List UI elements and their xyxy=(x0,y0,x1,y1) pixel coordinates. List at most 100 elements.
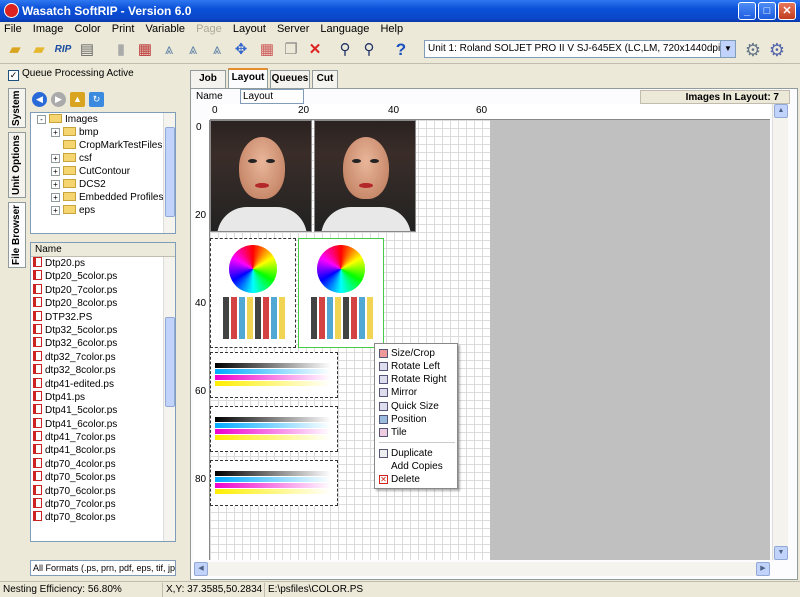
unit-dropdown-arrow-icon[interactable]: ▼ xyxy=(720,41,735,57)
file-list[interactable]: Name Dtp20.ps Dtp20_5color.ps Dtp20_7color… xyxy=(30,242,176,542)
pause-icon[interactable]: ▮ xyxy=(110,39,132,61)
folder-icon[interactable]: ▰ xyxy=(28,39,50,61)
delete-job-icon[interactable]: ▦ xyxy=(134,39,156,61)
tree-item[interactable]: + eps xyxy=(31,204,175,217)
tab-cut[interactable]: Cut xyxy=(312,70,338,88)
close-window-button[interactable]: ✕ xyxy=(778,2,796,20)
menu-item-add-copies[interactable]: Add Copies xyxy=(377,460,457,473)
tab-system[interactable]: System xyxy=(8,88,26,128)
unit-gear-icon[interactable]: ⚙ xyxy=(766,39,788,61)
scroll-right-icon[interactable]: ▶ xyxy=(756,562,770,576)
layout-image-colorbar[interactable] xyxy=(210,352,338,398)
expand-icon[interactable]: + xyxy=(51,206,60,215)
menu-image[interactable]: Image xyxy=(29,22,68,36)
file-list-item[interactable]: Dtp32_6color.ps xyxy=(31,337,175,350)
menu-item-rotate-right[interactable]: Rotate Right xyxy=(377,373,457,386)
tab-unit-options[interactable]: Unit Options xyxy=(8,132,26,198)
folder-tree[interactable]: - Images + bmp CropMarkTestFiles + csf + CutCont… xyxy=(30,112,176,234)
menu-language[interactable]: Language xyxy=(316,22,373,36)
tree-item[interactable]: + Embedded Profiles xyxy=(31,191,175,204)
menu-item-tile[interactable]: Tile xyxy=(377,426,457,439)
queue-processing-checkbox[interactable]: ✓ Queue Processing Active xyxy=(8,68,134,81)
file-list-item[interactable]: DTP32.PS xyxy=(31,310,175,324)
tree-item[interactable]: + bmp xyxy=(31,126,175,139)
menu-file[interactable]: File xyxy=(0,22,26,36)
tree-scrollbar[interactable] xyxy=(163,113,175,233)
tree-item[interactable]: + DCS2 xyxy=(31,178,175,191)
grid-icon[interactable]: ▦ xyxy=(256,39,278,61)
layout-image-portrait[interactable] xyxy=(314,120,416,232)
menu-item-mirror[interactable]: Mirror xyxy=(377,386,457,399)
menu-page[interactable]: Page xyxy=(192,22,226,36)
settings-gear-icon[interactable]: ⚙ xyxy=(742,39,764,61)
unit-select[interactable]: Unit 1: Roland SOLJET PRO II V SJ-645EX … xyxy=(424,40,736,58)
zoom-out-icon[interactable]: ⚲ xyxy=(358,39,380,61)
tree-item[interactable]: + csf xyxy=(31,152,175,165)
file-list-item[interactable]: dtp70_7color.ps xyxy=(31,498,175,511)
file-list-item[interactable]: Dtp32_5color.ps xyxy=(31,323,175,337)
tab-file-browser[interactable]: File Browser xyxy=(8,202,26,268)
tab-queues[interactable]: Queues xyxy=(270,70,310,88)
menu-server[interactable]: Server xyxy=(273,22,313,36)
file-list-item[interactable]: dtp70_4color.ps xyxy=(31,457,175,471)
layout-image-portrait[interactable] xyxy=(210,120,312,232)
file-list-item[interactable]: dtp41_7color.ps xyxy=(31,431,175,444)
help-icon[interactable]: ? xyxy=(390,39,412,61)
file-list-header[interactable]: Name xyxy=(31,243,175,257)
file-list-item[interactable]: dtp41-edited.ps xyxy=(31,377,175,391)
menu-variable[interactable]: Variable xyxy=(141,22,189,36)
menu-item-quick-size[interactable]: Quick Size xyxy=(377,400,457,413)
menu-layout[interactable]: Layout xyxy=(229,22,270,36)
format-filter-select[interactable]: All Formats (.ps, prn, pdf, eps, tif, jp xyxy=(30,560,176,576)
file-list-item[interactable]: Dtp20.ps xyxy=(31,257,175,270)
position-icon[interactable]: ✥ xyxy=(230,39,252,61)
flip-icon[interactable]: ⩓ xyxy=(206,39,228,61)
expand-icon[interactable]: + xyxy=(51,180,60,189)
menu-item-rotate-left[interactable]: Rotate Left xyxy=(377,360,457,373)
expand-icon[interactable]: + xyxy=(51,193,60,202)
scroll-left-icon[interactable]: ◀ xyxy=(194,562,208,576)
print-icon[interactable]: ▤ xyxy=(76,39,98,61)
rip-icon[interactable]: RIP xyxy=(52,39,74,61)
layout-image-colorwheel-selected[interactable] xyxy=(298,238,384,348)
file-list-item[interactable]: Dtp41_5color.ps xyxy=(31,404,175,417)
expand-icon[interactable]: + xyxy=(51,167,60,176)
canvas-horizontal-scrollbar[interactable]: ◀ ▶ xyxy=(194,562,770,576)
file-list-item[interactable]: dtp41_8color.ps xyxy=(31,444,175,457)
canvas-vertical-scrollbar[interactable]: ▲ ▼ xyxy=(772,104,788,560)
rotate-icon[interactable]: ⩓ xyxy=(158,39,180,61)
menu-color[interactable]: Color xyxy=(70,22,104,36)
file-list-item[interactable]: Dtp20_5color.ps xyxy=(31,270,175,283)
maximize-button[interactable]: □ xyxy=(758,2,776,20)
layout-name-input[interactable]: Layout xyxy=(240,89,304,104)
menu-item-duplicate[interactable]: Duplicate xyxy=(377,447,457,460)
tab-job[interactable]: Job xyxy=(190,70,226,88)
mirror-icon[interactable]: ⩓ xyxy=(182,39,204,61)
menu-help[interactable]: Help xyxy=(376,22,407,36)
scroll-up-icon[interactable]: ▲ xyxy=(774,104,788,118)
expand-icon[interactable]: + xyxy=(51,128,60,137)
tree-item[interactable]: - Images xyxy=(31,113,175,126)
scroll-down-icon[interactable]: ▼ xyxy=(774,546,788,560)
menu-item-position[interactable]: Position xyxy=(377,413,457,426)
open-folder-icon[interactable]: ▰ xyxy=(4,39,26,61)
file-list-item[interactable]: dtp32_7color.ps xyxy=(31,350,175,364)
zoom-in-icon[interactable]: ⚲ xyxy=(334,39,356,61)
forward-icon[interactable]: ▶ xyxy=(51,92,66,107)
close-icon[interactable]: ✕ xyxy=(304,39,326,61)
minimize-button[interactable]: _ xyxy=(738,2,756,20)
expand-icon[interactable]: + xyxy=(51,154,60,163)
file-list-item[interactable]: Dtp41_6color.ps xyxy=(31,417,175,431)
menu-print[interactable]: Print xyxy=(108,22,139,36)
layout-image-colorbar[interactable] xyxy=(210,406,338,452)
file-list-item[interactable]: Dtp20_7color.ps xyxy=(31,283,175,297)
layout-image-colorbar[interactable] xyxy=(210,460,338,506)
back-icon[interactable]: ◀ xyxy=(32,92,47,107)
menu-item-size-crop[interactable]: Size/Crop xyxy=(377,347,457,360)
file-list-item[interactable]: dtp70_5color.ps xyxy=(31,471,175,484)
tree-item[interactable]: CropMarkTestFiles xyxy=(31,139,175,152)
collapse-icon[interactable]: - xyxy=(37,115,46,124)
refresh-icon[interactable]: ↻ xyxy=(89,92,104,107)
file-scrollbar[interactable] xyxy=(163,257,175,541)
file-list-item[interactable]: Dtp41.ps xyxy=(31,390,175,404)
